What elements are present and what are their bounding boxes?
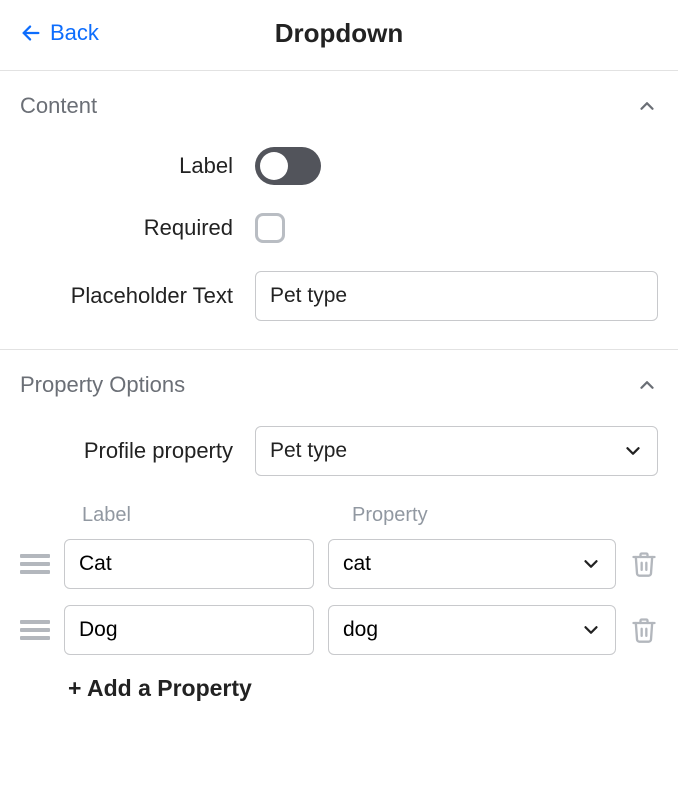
column-property-header: Property xyxy=(332,504,658,527)
profile-property-label: Profile property xyxy=(20,438,255,464)
content-section-header[interactable]: Content xyxy=(20,93,658,119)
trash-icon[interactable] xyxy=(630,616,658,644)
options-columns-header: Label Property xyxy=(20,504,658,527)
arrow-left-icon xyxy=(20,22,42,44)
drag-handle-icon[interactable] xyxy=(20,554,50,574)
column-label-header: Label xyxy=(82,504,332,527)
label-row: Label xyxy=(20,147,658,185)
placeholder-field-label: Placeholder Text xyxy=(20,283,255,309)
profile-property-row: Profile property xyxy=(20,426,658,476)
property-options-header[interactable]: Property Options xyxy=(20,372,658,398)
option-row xyxy=(20,605,658,655)
profile-property-select[interactable] xyxy=(255,426,658,476)
property-options-section: Property Options Profile property Label … xyxy=(0,349,678,730)
chevron-up-icon xyxy=(636,374,658,396)
chevron-up-icon xyxy=(636,95,658,117)
label-field-label: Label xyxy=(20,153,255,179)
required-field-label: Required xyxy=(20,215,255,241)
page-header: Back Dropdown xyxy=(0,0,678,70)
placeholder-text-input[interactable] xyxy=(255,271,658,321)
option-label-input[interactable] xyxy=(64,539,314,589)
back-button[interactable]: Back xyxy=(20,20,99,46)
back-label: Back xyxy=(50,20,99,46)
toggle-knob xyxy=(260,152,288,180)
property-options-title: Property Options xyxy=(20,372,185,398)
placeholder-row: Placeholder Text xyxy=(20,271,658,321)
option-row xyxy=(20,539,658,589)
label-toggle[interactable] xyxy=(255,147,321,185)
required-row: Required xyxy=(20,213,658,243)
add-property-button[interactable]: + Add a Property xyxy=(20,675,658,702)
drag-handle-icon[interactable] xyxy=(20,620,50,640)
option-property-select[interactable] xyxy=(328,605,616,655)
content-section: Content Label Required Placeholder Text xyxy=(0,70,678,349)
content-section-title: Content xyxy=(20,93,97,119)
trash-icon[interactable] xyxy=(630,550,658,578)
option-property-select[interactable] xyxy=(328,539,616,589)
option-label-input[interactable] xyxy=(64,605,314,655)
page-title: Dropdown xyxy=(275,18,404,49)
required-checkbox[interactable] xyxy=(255,213,285,243)
